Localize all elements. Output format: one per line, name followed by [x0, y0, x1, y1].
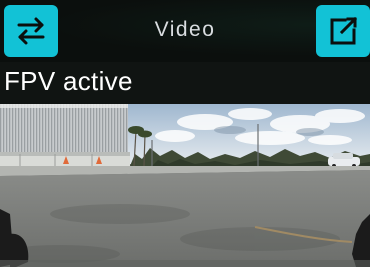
video-frame — [0, 104, 370, 267]
video-panel: Video FPV active — [0, 0, 370, 267]
swap-arrows-icon — [17, 17, 45, 45]
popout-button[interactable] — [316, 5, 370, 57]
fpv-status-label: FPV active — [4, 66, 133, 96]
open-external-icon — [330, 16, 358, 45]
panel-title: Video — [154, 18, 216, 41]
video-feed — [0, 104, 370, 267]
swap-view-button[interactable] — [4, 5, 58, 57]
